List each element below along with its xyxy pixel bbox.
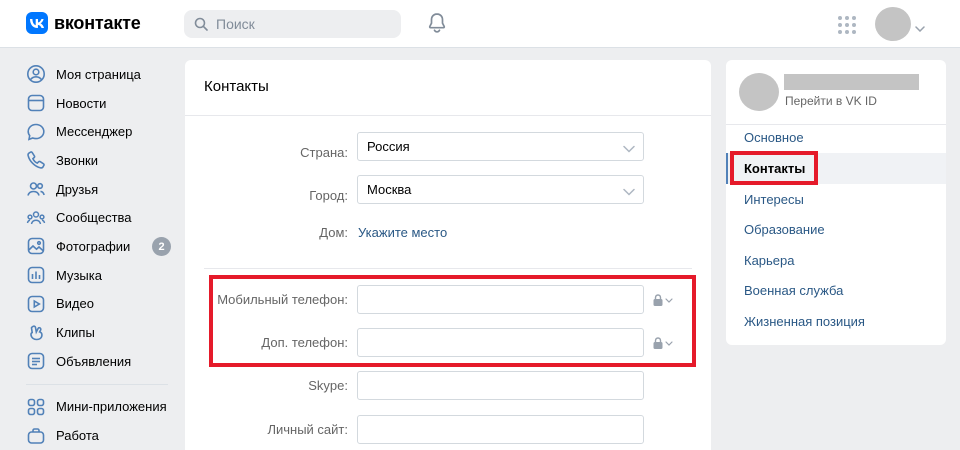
apps-grid-icon (26, 397, 46, 417)
nav-label: Моя страница (56, 66, 141, 82)
menu-item-basic[interactable]: Основное (744, 130, 804, 145)
search-icon (194, 17, 208, 31)
country-value: Россия (367, 139, 410, 154)
chat-icon (26, 122, 46, 142)
video-icon (26, 294, 46, 314)
apps-grid-icon[interactable] (837, 15, 857, 38)
menu-item-education[interactable]: Образование (744, 222, 825, 237)
section-divider (204, 268, 692, 269)
nav-item-photos[interactable]: Фотографии 2 (26, 232, 176, 261)
phone-icon (26, 150, 46, 170)
nav-item-messenger[interactable]: Мессенджер (26, 117, 176, 146)
left-navigation: Моя страница Новости Мессенджер Звонки Д… (26, 60, 176, 450)
menu-item-military[interactable]: Военная служба (744, 283, 843, 298)
search-box[interactable] (184, 10, 401, 38)
briefcase-icon (26, 426, 46, 446)
vk-logo[interactable]: вконтакте (26, 12, 141, 34)
nav-item-my-page[interactable]: Моя страница (26, 60, 176, 89)
nav-label: Новости (56, 95, 107, 111)
photo-icon (26, 236, 46, 256)
top-header: вконтакте (0, 0, 960, 48)
home-label: Дом: (319, 224, 348, 240)
chevron-down-icon (623, 184, 635, 199)
nav-label: Мессенджер (56, 124, 133, 140)
nav-item-calls[interactable]: Звонки (26, 146, 176, 175)
nav-item-mini-apps[interactable]: Мини-приложения (26, 393, 176, 422)
country-select[interactable]: Россия (357, 132, 644, 161)
nav-item-ads[interactable]: Объявления (26, 347, 176, 376)
city-value: Москва (367, 182, 412, 197)
nav-item-music[interactable]: Музыка (26, 261, 176, 290)
city-label: Город: (309, 188, 348, 203)
city-row: Город: (185, 181, 348, 210)
settings-menu-card: Перейти в VK ID Основное Контакты Интере… (726, 60, 946, 345)
skype-row: Skype: (185, 371, 348, 400)
nav-label: Мини-приложения (56, 399, 167, 415)
profile-avatar[interactable] (875, 7, 911, 41)
clips-icon (26, 323, 46, 343)
vk-logo-icon (26, 12, 48, 34)
music-icon (26, 265, 46, 285)
nav-label: Фотографии (56, 238, 131, 254)
friends-icon (26, 179, 46, 199)
nav-label: Видео (56, 296, 94, 312)
communities-icon (26, 208, 46, 228)
news-icon (26, 93, 46, 113)
nav-item-news[interactable]: Новости (26, 89, 176, 118)
country-label: Страна: (300, 145, 348, 160)
menu-item-career[interactable]: Карьера (744, 253, 795, 268)
hidden-user-name (784, 74, 919, 90)
contacts-menu-highlight (730, 151, 818, 185)
nav-item-friends[interactable]: Друзья (26, 175, 176, 204)
home-row: Дом: Укажите место (185, 224, 447, 240)
chevron-down-icon (623, 141, 635, 156)
contacts-card: Контакты Страна: Россия Город: Москва До… (185, 60, 711, 450)
notifications-bell-icon[interactable] (427, 12, 447, 37)
avatar (739, 73, 779, 111)
logo-text: вконтакте (54, 12, 141, 33)
photos-count-badge: 2 (152, 237, 171, 257)
nav-label: Клипы (56, 325, 95, 341)
chevron-down-icon[interactable] (915, 20, 925, 35)
city-select[interactable]: Москва (357, 175, 644, 204)
menu-item-interests[interactable]: Интересы (744, 192, 804, 207)
menu-divider (726, 124, 946, 125)
ads-icon (26, 351, 46, 371)
skype-label: Skype: (308, 378, 348, 393)
skype-input[interactable] (357, 371, 644, 400)
nav-label: Объявления (56, 353, 132, 369)
site-input[interactable] (357, 415, 644, 444)
nav-item-clips[interactable]: Клипы (26, 318, 176, 347)
nav-divider (26, 383, 168, 385)
user-circle-icon (26, 64, 46, 84)
vk-id-link[interactable]: Перейти в VK ID (785, 94, 877, 108)
nav-label: Друзья (56, 181, 99, 197)
nav-label: Музыка (56, 267, 102, 283)
menu-item-life-position[interactable]: Жизненная позиция (744, 314, 865, 329)
search-input[interactable] (216, 16, 386, 32)
country-row: Страна: (185, 138, 348, 167)
page-title: Контакты (185, 60, 711, 116)
home-location-link[interactable]: Укажите место (358, 225, 447, 240)
nav-item-work[interactable]: Работа (26, 421, 176, 450)
nav-item-video[interactable]: Видео (26, 290, 176, 319)
nav-label: Работа (56, 428, 99, 444)
nav-label: Сообщества (56, 210, 132, 226)
nav-label: Звонки (56, 152, 98, 168)
site-row: Личный сайт: (185, 415, 348, 444)
phone-fields-highlight (209, 275, 696, 367)
site-label: Личный сайт: (267, 422, 348, 437)
nav-item-communities[interactable]: Сообщества (26, 203, 176, 232)
